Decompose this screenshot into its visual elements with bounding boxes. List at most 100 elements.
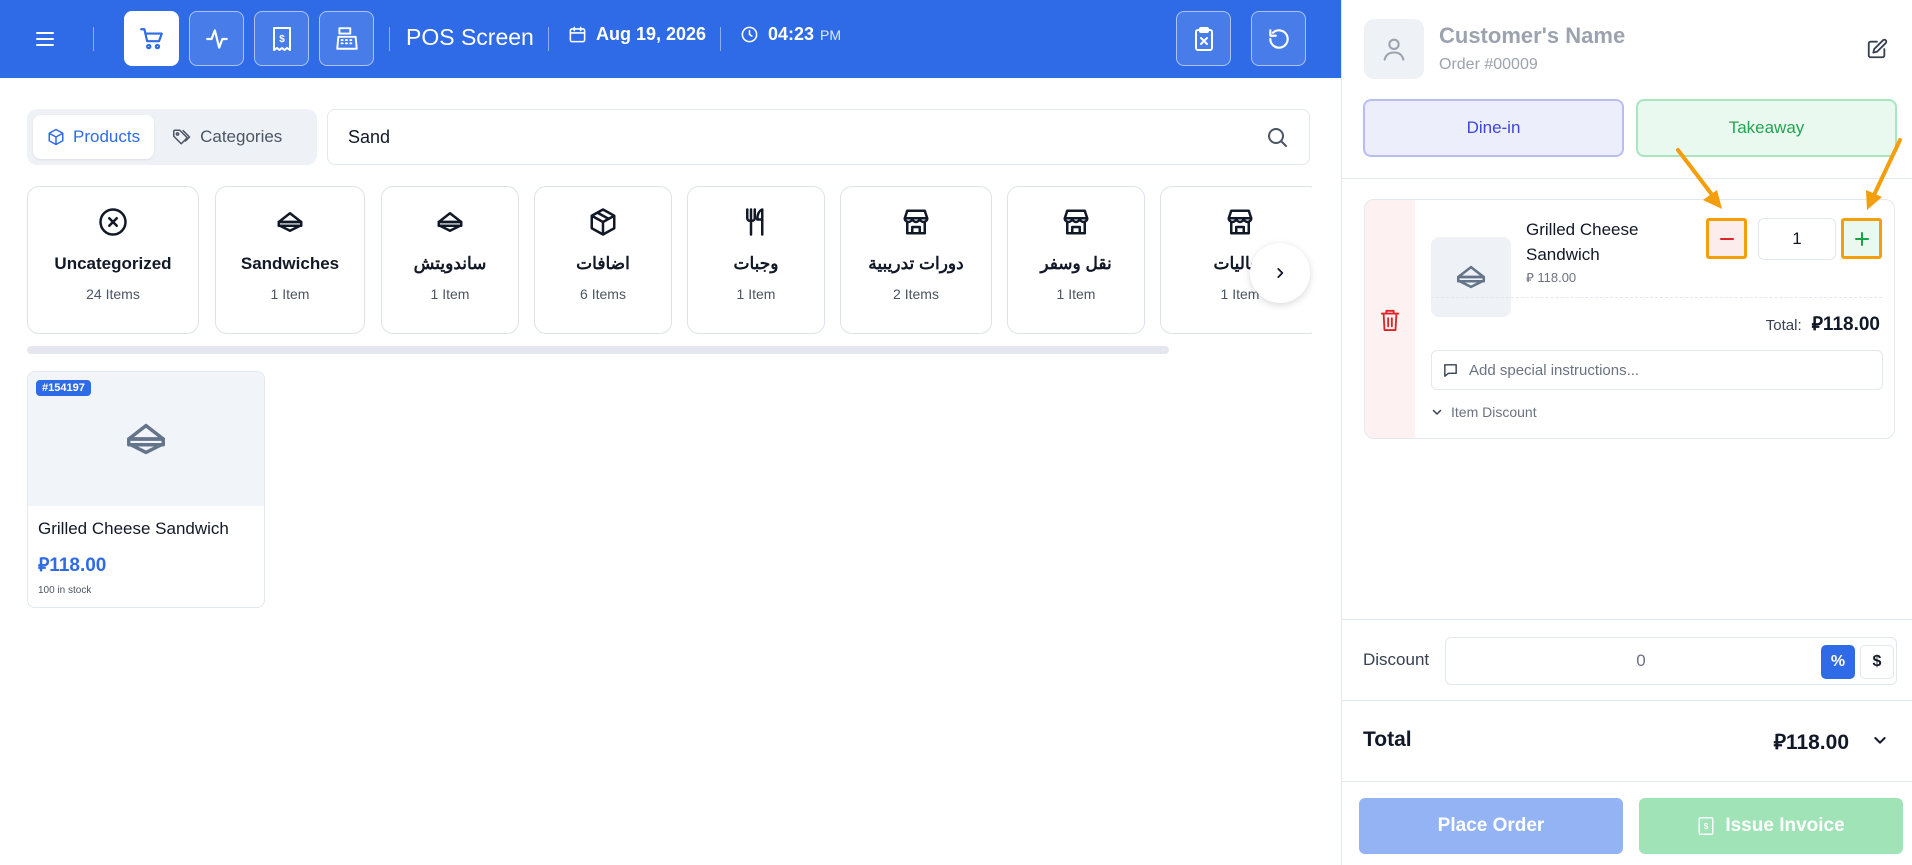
category-count: 1 Item bbox=[1056, 286, 1096, 302]
category-card-sandwich-ar[interactable]: ساندويتش 1 Item bbox=[381, 186, 519, 334]
divider bbox=[1342, 700, 1912, 701]
nav-invoices-button[interactable]: $ bbox=[254, 11, 309, 66]
activity-icon bbox=[205, 28, 228, 49]
view-tabs: Products Categories bbox=[27, 109, 317, 165]
category-strip: Uncategorized 24 Items Sandwiches 1 Item… bbox=[27, 186, 1312, 336]
order-item-total-amount: ⃁118.00 bbox=[1812, 312, 1880, 336]
svg-text:$: $ bbox=[1704, 822, 1709, 831]
order-item-unit-price: ⃁ 118.00 bbox=[1526, 269, 1576, 286]
category-card-addons[interactable]: اضافات 6 Items bbox=[534, 186, 672, 334]
fixed-discount-button[interactable]: $ bbox=[1860, 645, 1894, 679]
store-icon bbox=[1227, 209, 1253, 235]
chevron-down-icon bbox=[1874, 737, 1886, 744]
page-title: POS Screen bbox=[406, 24, 534, 50]
product-stock: 100 in stock bbox=[38, 585, 92, 596]
tab-label: Categories bbox=[200, 127, 283, 146]
currency-symbol: ⃁ bbox=[1811, 314, 1823, 335]
circle-x-icon bbox=[99, 208, 127, 236]
category-name: وجبات bbox=[733, 254, 779, 273]
sandwich-icon bbox=[127, 423, 165, 455]
quantity-input[interactable] bbox=[1758, 218, 1836, 260]
product-price-value: 118.00 bbox=[49, 555, 107, 576]
avatar[interactable] bbox=[1364, 19, 1424, 79]
category-card-training-courses[interactable]: دورات تدريبية 2 Items bbox=[840, 186, 992, 334]
nav-register-button[interactable] bbox=[319, 11, 374, 66]
category-card-uncategorized[interactable]: Uncategorized 24 Items bbox=[27, 186, 199, 334]
calendar-icon bbox=[569, 26, 586, 43]
dine-in-button[interactable]: Dine-in bbox=[1363, 99, 1624, 157]
category-next-button[interactable] bbox=[1250, 243, 1310, 303]
total-expand-button[interactable] bbox=[1872, 732, 1888, 752]
discount-label: Discount bbox=[1363, 650, 1430, 669]
top-bar: $ POS Screen Aug 19, 2026 04:23 PM bbox=[0, 0, 1341, 78]
category-count: 24 Items bbox=[86, 286, 140, 302]
divider bbox=[720, 27, 721, 51]
percent-discount-button[interactable]: % bbox=[1821, 645, 1855, 679]
order-number: Order #00009 bbox=[1439, 56, 1538, 73]
divider bbox=[1342, 781, 1912, 782]
place-order-button[interactable]: Place Order bbox=[1359, 798, 1623, 854]
issue-invoice-label: Issue Invoice bbox=[1725, 815, 1845, 836]
category-card-meals[interactable]: وجبات 1 Item bbox=[687, 186, 825, 334]
search-input[interactable] bbox=[348, 126, 1265, 148]
search-icon[interactable] bbox=[1265, 125, 1289, 149]
date-display: Aug 19, 2026 bbox=[568, 24, 706, 45]
cart-icon bbox=[139, 27, 163, 49]
refresh-button[interactable] bbox=[1251, 11, 1306, 66]
item-discount-label: Item Discount bbox=[1451, 404, 1537, 420]
nav-pos-button[interactable] bbox=[124, 11, 179, 66]
discount-input[interactable] bbox=[1446, 638, 1836, 684]
category-card-transport-travel[interactable]: نقل وسفر 1 Item bbox=[1007, 186, 1145, 334]
category-name: ساندويتش bbox=[413, 254, 487, 273]
customer-name[interactable]: Customer's Name bbox=[1439, 23, 1625, 49]
nav-reports-button[interactable] bbox=[189, 11, 244, 66]
currency-symbol: ⃁ bbox=[1526, 270, 1534, 285]
pos-main-area: $ POS Screen Aug 19, 2026 04:23 PM Produ… bbox=[0, 0, 1341, 865]
category-count: 1 Item bbox=[270, 286, 310, 302]
edit-customer-button[interactable] bbox=[1866, 38, 1890, 62]
refresh-icon bbox=[1268, 28, 1289, 49]
quantity-decrease-button[interactable] bbox=[1706, 218, 1747, 259]
menu-button[interactable] bbox=[30, 25, 60, 53]
category-scrollbar[interactable] bbox=[27, 346, 1169, 354]
delete-item-button[interactable] bbox=[1365, 200, 1415, 438]
order-total-value: 118.00 bbox=[1785, 731, 1849, 754]
sandwich-icon bbox=[437, 212, 463, 232]
product-name: Grilled Cheese Sandwich bbox=[38, 519, 229, 538]
user-icon bbox=[1383, 38, 1405, 61]
discount-field: % $ bbox=[1445, 637, 1897, 685]
store-icon bbox=[903, 209, 929, 235]
product-price: ⃁118.00 bbox=[38, 553, 264, 577]
tab-products[interactable]: Products bbox=[33, 115, 155, 159]
cash-register-icon bbox=[335, 26, 358, 50]
category-card-sandwiches[interactable]: Sandwiches 1 Item bbox=[215, 186, 365, 334]
special-instructions bbox=[1431, 350, 1883, 390]
chevron-right-icon bbox=[1277, 268, 1284, 278]
store-icon bbox=[1063, 209, 1089, 235]
clear-order-button[interactable] bbox=[1176, 11, 1231, 66]
divider bbox=[1342, 178, 1912, 179]
divider bbox=[548, 27, 549, 51]
item-discount-toggle[interactable]: Item Discount bbox=[1431, 404, 1537, 420]
order-item-image bbox=[1431, 237, 1511, 317]
time-ampm: PM bbox=[820, 26, 842, 43]
unit-price-value: 118.00 bbox=[1537, 270, 1577, 285]
receipt-icon: $ bbox=[272, 26, 291, 51]
clock-icon bbox=[741, 26, 758, 43]
tab-categories[interactable]: Categories bbox=[158, 115, 296, 159]
product-image: #154197 bbox=[28, 372, 264, 506]
order-item-total: Total: ⃁118.00 bbox=[1766, 312, 1880, 336]
takeaway-button[interactable]: Takeaway bbox=[1636, 99, 1897, 157]
quantity-increase-button[interactable] bbox=[1841, 218, 1882, 259]
special-instructions-input[interactable] bbox=[1469, 361, 1872, 379]
currency-symbol: ⃁ bbox=[38, 555, 50, 576]
category-count: 1 Item bbox=[736, 286, 776, 302]
edit-icon bbox=[1867, 38, 1888, 59]
product-card[interactable]: #154197 Grilled Cheese Sandwich ⃁118.00 … bbox=[27, 371, 265, 608]
category-name: Sandwiches bbox=[240, 254, 340, 273]
category-name: دورات تدريبية bbox=[868, 254, 964, 273]
utensils-icon bbox=[746, 208, 764, 236]
sandwich-icon bbox=[277, 212, 303, 232]
box-icon bbox=[590, 208, 616, 236]
issue-invoice-button[interactable]: $ Issue Invoice bbox=[1639, 798, 1903, 854]
